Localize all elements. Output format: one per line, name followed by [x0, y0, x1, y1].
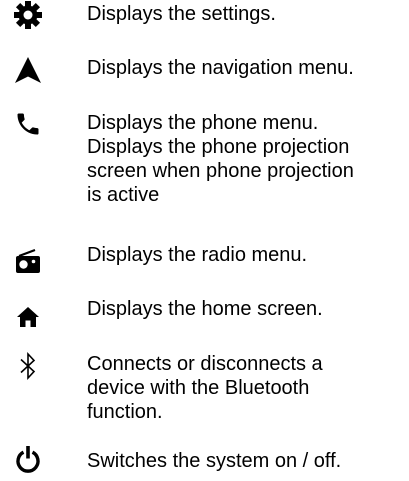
legend-text-bluetooth: Connects or disconnects a device with th…	[87, 353, 323, 423]
legend-text-home: Displays the home screen.	[87, 298, 323, 320]
home-icon	[12, 301, 44, 333]
phone-icon	[12, 108, 44, 140]
legend-text-phone: Displays the phone menu. Displays the ph…	[87, 112, 354, 206]
legend-text-navigation: Displays the navigation menu.	[87, 57, 354, 79]
legend-text-settings: Displays the settings.	[87, 3, 276, 25]
gear-icon	[12, 0, 44, 31]
navigation-arrow-icon	[12, 54, 44, 86]
radio-icon	[12, 245, 44, 277]
legend-text-radio: Displays the radio menu.	[87, 244, 308, 266]
icon-legend: Displays the settings. Displays the navi…	[0, 0, 409, 481]
bluetooth-icon	[12, 350, 44, 382]
legend-text-power: Switches the system on / off.	[87, 450, 342, 472]
power-icon	[12, 443, 44, 475]
